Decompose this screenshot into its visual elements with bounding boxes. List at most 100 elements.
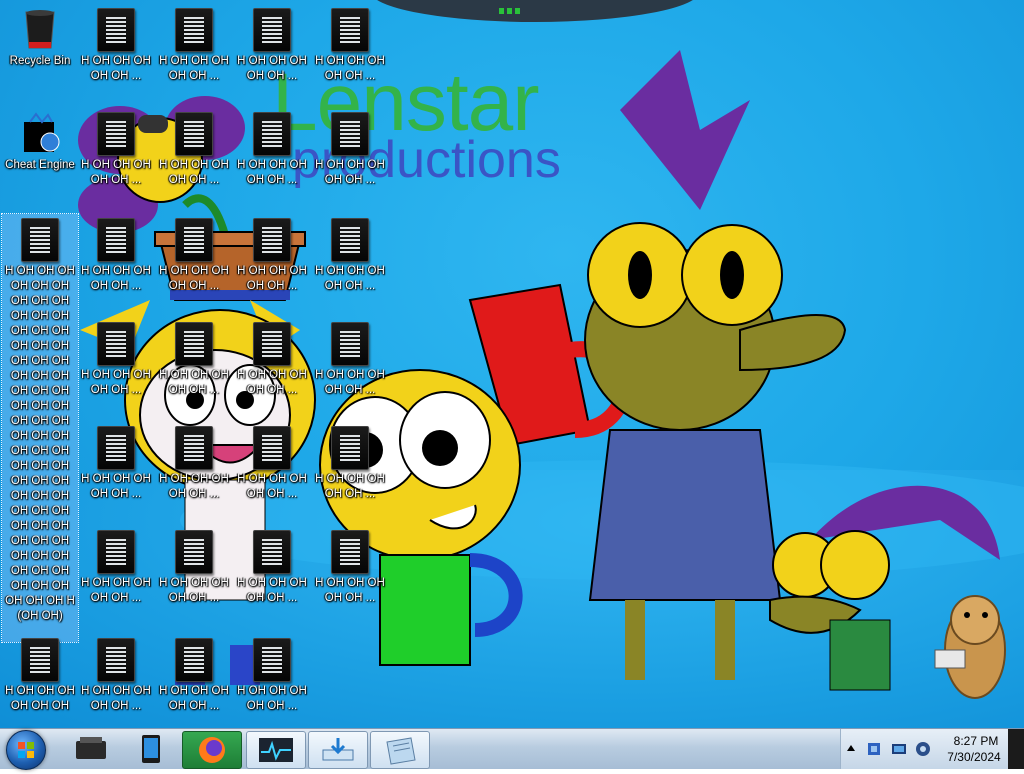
clock-time[interactable]: 8:27 PM [946, 734, 1006, 748]
desktop-icon-label: H OH OH OH OH OH ... [315, 369, 385, 396]
desktop-icon-txt-file[interactable]: H OH OH OH OH OH ... [312, 318, 388, 398]
desktop-icon-txt-file[interactable]: H OH OH OH OH OH ... [312, 4, 388, 84]
start-button[interactable] [6, 730, 46, 770]
text-document-icon [174, 112, 214, 156]
desktop-icon-txt-file[interactable]: H OH OH OH OH OH ... [78, 526, 154, 606]
notepad-icon [386, 737, 416, 765]
desktop-icon-label: H OH OH OH OH OH ... [81, 369, 151, 396]
text-document-icon [96, 638, 136, 682]
desktop-icon-label: H OH OH OH OH OH OH OH OH OH OH OH OH OH… [5, 685, 75, 712]
show-hidden-icon[interactable] [846, 743, 856, 753]
printer-icon [76, 737, 106, 759]
text-document-icon [174, 8, 214, 52]
text-document-icon [96, 8, 136, 52]
hamster-character [934, 595, 1006, 699]
text-document-icon [20, 218, 60, 262]
text-document-icon [174, 426, 214, 470]
desktop[interactable]: Lenstar productions Recycle Bin Cheat En… [0, 0, 1024, 728]
desktop-icon-label: H OH OH OH OH OH ... [237, 265, 307, 292]
text-document-icon [96, 530, 136, 574]
desktop-icon-label: H OH OH OH OH OH ... [237, 473, 307, 500]
taskbar-firefox[interactable] [182, 731, 242, 769]
text-document-icon [330, 8, 370, 52]
taskbar-printer-app[interactable] [62, 731, 120, 767]
network-icon[interactable] [866, 740, 884, 758]
text-document-icon [96, 322, 136, 366]
taskbar-download-app[interactable] [308, 731, 368, 769]
desktop-icon-txt-file[interactable]: H OH OH OH OH OH OH OH OH OH OH OH OH OH… [2, 634, 78, 714]
download-tray-icon [322, 738, 354, 761]
desktop-icon-label: H OH OH OH OH OH ... [159, 159, 229, 186]
desktop-icon-txt-file[interactable]: H OH OH OH OH OH ... [312, 526, 388, 606]
desktop-icon-txt-file[interactable]: H OH OH OH OH OH ... [312, 108, 388, 188]
desktop-icon-txt-file[interactable]: H OH OH OH OH OH ... [78, 214, 154, 294]
desktop-icon-label: Cheat Engine [5, 159, 75, 171]
desktop-icon-label: H OH OH OH OH OH ... [315, 159, 385, 186]
text-document-icon [252, 8, 292, 52]
desktop-icon-label: H OH OH OH OH OH ... [81, 159, 151, 186]
text-document-icon [252, 638, 292, 682]
desktop-icon-selected-txt-file[interactable]: H OH OH OH OH OH OH OH OH OH OH OH OH OH… [1, 213, 79, 643]
show-desktop-button[interactable] [1008, 729, 1024, 769]
desktop-icon-txt-file[interactable]: H OH OH OH OH OH ... [312, 422, 388, 502]
desktop-icon-txt-file[interactable]: H OH OH OH OH OH ... [234, 214, 310, 294]
text-document-icon [96, 112, 136, 156]
display-icon[interactable] [890, 740, 908, 758]
desktop-icon-txt-file[interactable]: H OH OH OH OH OH ... [312, 214, 388, 294]
desktop-icon-label: H OH OH OH OH OH ... [81, 265, 151, 292]
desktop-icon-label: H OH OH OH OH OH ... [159, 577, 229, 604]
text-document-icon [252, 112, 292, 156]
desktop-icon-cheat-engine[interactable]: Cheat Engine [2, 108, 78, 173]
clock-date[interactable]: 7/30/2024 [940, 750, 1008, 764]
desktop-icon-txt-file[interactable]: H OH OH OH OH OH ... [156, 4, 232, 84]
volume-icon[interactable] [914, 740, 932, 758]
text-document-icon [252, 530, 292, 574]
notch-dots-icon [499, 8, 520, 14]
text-document-icon [330, 112, 370, 156]
desktop-icon-txt-file[interactable]: H OH OH OH OH OH ... [78, 634, 154, 714]
desktop-icon-txt-file[interactable]: H OH OH OH OH OH ... [234, 318, 310, 398]
desktop-icon-label: H OH OH OH OH OH ... [237, 369, 307, 396]
text-document-icon [330, 530, 370, 574]
text-document-icon [20, 638, 60, 682]
text-document-icon [174, 638, 214, 682]
desktop-icon-txt-file[interactable]: H OH OH OH OH OH ... [156, 526, 232, 606]
desktop-icon-txt-file[interactable]: H OH OH OH OH OH ... [234, 4, 310, 84]
desktop-icon-txt-file[interactable]: H OH OH OH OH OH ... [234, 422, 310, 502]
desktop-icon-txt-file[interactable]: H OH OH OH OH OH ... [234, 108, 310, 188]
taskbar-monitor-app[interactable] [246, 731, 306, 769]
text-document-icon [252, 322, 292, 366]
desktop-icon-txt-file[interactable]: H OH OH OH OH OH ... [234, 634, 310, 714]
text-document-icon [330, 426, 370, 470]
desktop-icon-label: H OH OH OH OH OH ... [315, 265, 385, 292]
desktop-icon-label: H OH OH OH OH OH ... [159, 473, 229, 500]
text-document-icon [174, 322, 214, 366]
taskbar-notepad-app[interactable] [370, 731, 430, 769]
desktop-icon-txt-file[interactable]: H OH OH OH OH OH ... [234, 526, 310, 606]
desktop-icon-txt-file[interactable]: H OH OH OH OH OH ... [156, 108, 232, 188]
taskbar-tablet-app[interactable] [122, 731, 180, 767]
cheat-engine-icon [20, 112, 60, 156]
desktop-icon-label: H OH OH OH OH OH ... [315, 473, 385, 500]
desktop-icon-txt-file[interactable]: H OH OH OH OH OH ... [78, 4, 154, 84]
desktop-icon-txt-file[interactable]: H OH OH OH OH OH ... [156, 214, 232, 294]
desktop-icon-label: H OH OH OH OH OH ... [81, 473, 151, 500]
desktop-icon-txt-file[interactable]: H OH OH OH OH OH ... [156, 634, 232, 714]
desktop-icon-label: H OH OH OH OH OH ... [159, 685, 229, 712]
desktop-icon-txt-file[interactable]: H OH OH OH OH OH ... [78, 422, 154, 502]
desktop-icon-label: H OH OH OH OH OH ... [237, 685, 307, 712]
desktop-icon-label: H OH OH OH OH OH ... [159, 265, 229, 292]
desktop-icon-label: H OH OH OH OH OH OH OH OH OH OH OH OH OH… [5, 265, 75, 622]
text-document-icon [330, 218, 370, 262]
desktop-icon-label: H OH OH OH OH OH ... [315, 577, 385, 604]
text-document-icon [96, 218, 136, 262]
desktop-icon-txt-file[interactable]: H OH OH OH OH OH ... [78, 318, 154, 398]
desktop-icon-label: H OH OH OH OH OH ... [159, 369, 229, 396]
text-document-icon [96, 426, 136, 470]
desktop-icon-txt-file[interactable]: H OH OH OH OH OH ... [78, 108, 154, 188]
desktop-icon-txt-file[interactable]: H OH OH OH OH OH ... [156, 422, 232, 502]
desktop-icon-recycle-bin[interactable]: Recycle Bin [2, 4, 78, 69]
desktop-icon-label: H OH OH OH OH OH ... [81, 685, 151, 712]
desktop-icon-txt-file[interactable]: H OH OH OH OH OH ... [156, 318, 232, 398]
firefox-icon [199, 737, 225, 763]
